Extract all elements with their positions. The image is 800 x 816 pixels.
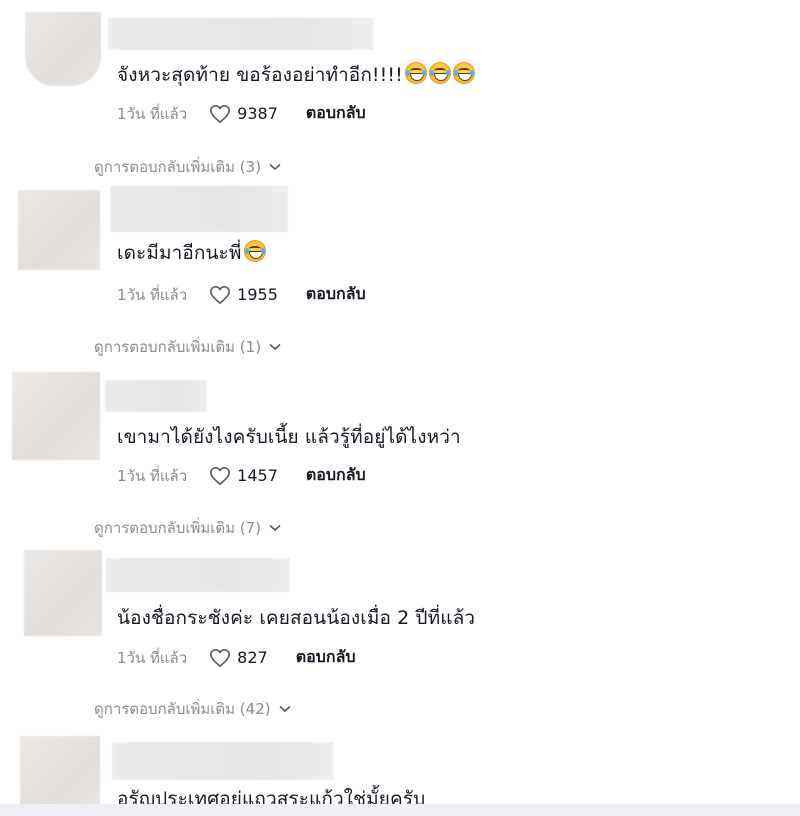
avatar[interactable] <box>25 12 101 86</box>
comment-meta: 1วัน ที่แล้ว 827 ตอบกลับ <box>117 645 356 670</box>
reply-button[interactable]: ตอบกลับ <box>306 463 366 488</box>
like-button[interactable]: 827 <box>209 648 296 668</box>
face-with-tears-of-joy-emoji <box>243 240 266 262</box>
chevron-down-icon <box>269 343 281 351</box>
avatar[interactable] <box>18 190 100 270</box>
comment-meta: 1วัน ที่แล้ว 1457 ตอบกลับ <box>117 463 366 488</box>
heart-outline-icon <box>210 104 231 123</box>
bottom-edge-bar <box>0 804 800 816</box>
view-more-replies-label: ดูการตอบกลับเพิ่มเติม (42) <box>94 700 271 718</box>
username[interactable] <box>106 558 290 592</box>
face-with-tears-of-joy-emoji <box>404 62 427 84</box>
view-more-replies-button[interactable]: ดูการตอบกลับเพิ่มเติม (3) <box>94 155 281 179</box>
like-count: 1457 <box>237 466 278 485</box>
heart-outline-icon <box>210 466 231 485</box>
comment-time: 1วัน ที่แล้ว <box>117 285 188 304</box>
chevron-down-icon <box>269 524 281 532</box>
like-button[interactable]: 1457 <box>209 466 306 486</box>
comment-meta: 1วัน ที่แล้ว 1955 ตอบกลับ <box>117 282 366 307</box>
comment-text: เดะมีมาอีกนะพี่ <box>117 238 266 268</box>
view-more-replies-label: ดูการตอบกลับเพิ่มเติม (1) <box>94 338 262 356</box>
like-count: 1955 <box>237 285 278 304</box>
chevron-down-icon <box>269 163 281 171</box>
avatar[interactable] <box>12 372 100 460</box>
comment-time: 1วัน ที่แล้ว <box>117 466 188 485</box>
heart-outline-icon <box>210 285 231 304</box>
username[interactable] <box>108 18 374 50</box>
like-button[interactable]: 9387 <box>209 104 306 124</box>
reply-button[interactable]: ตอบกลับ <box>306 101 366 126</box>
comment-time: 1วัน ที่แล้ว <box>117 104 188 123</box>
face-with-tears-of-joy-emoji <box>428 62 451 84</box>
comment-time: 1วัน ที่แล้ว <box>117 648 188 667</box>
chevron-down-icon <box>279 705 291 713</box>
like-count: 827 <box>237 648 268 667</box>
username[interactable] <box>110 186 288 232</box>
like-count: 9387 <box>237 104 278 123</box>
view-more-replies-label: ดูการตอบกลับเพิ่มเติม (3) <box>94 158 262 176</box>
view-more-replies-button[interactable]: ดูการตอบกลับเพิ่มเติม (1) <box>94 335 281 359</box>
view-more-replies-button[interactable]: ดูการตอบกลับเพิ่มเติม (7) <box>94 516 281 540</box>
avatar[interactable] <box>24 550 102 636</box>
comment-text: น้องชื่อกระชังค่ะ เคยสอนน้องเมื่อ 2 ปีที… <box>117 607 476 629</box>
username[interactable] <box>105 380 207 412</box>
heart-outline-icon <box>210 648 231 667</box>
comment-text: จังหวะสุดท้าย ขอร้องอย่าทำอีก!!!! <box>117 60 475 90</box>
comment-text: เขามาได้ยังไงครับเนี้ย แล้วรู้ที่อยู่ได้… <box>117 426 461 448</box>
comment-meta: 1วัน ที่แล้ว 9387 ตอบกลับ <box>117 101 366 126</box>
view-more-replies-button[interactable]: ดูการตอบกลับเพิ่มเติม (42) <box>94 697 291 721</box>
face-with-tears-of-joy-emoji <box>452 62 475 84</box>
view-more-replies-label: ดูการตอบกลับเพิ่มเติม (7) <box>94 519 262 537</box>
reply-button[interactable]: ตอบกลับ <box>306 282 366 307</box>
reply-button[interactable]: ตอบกลับ <box>296 645 356 670</box>
username[interactable] <box>112 742 334 780</box>
comment-list: จังหวะสุดท้าย ขอร้องอย่าทำอีก!!!! 1วัน ท… <box>0 0 800 816</box>
like-button[interactable]: 1955 <box>209 285 306 305</box>
